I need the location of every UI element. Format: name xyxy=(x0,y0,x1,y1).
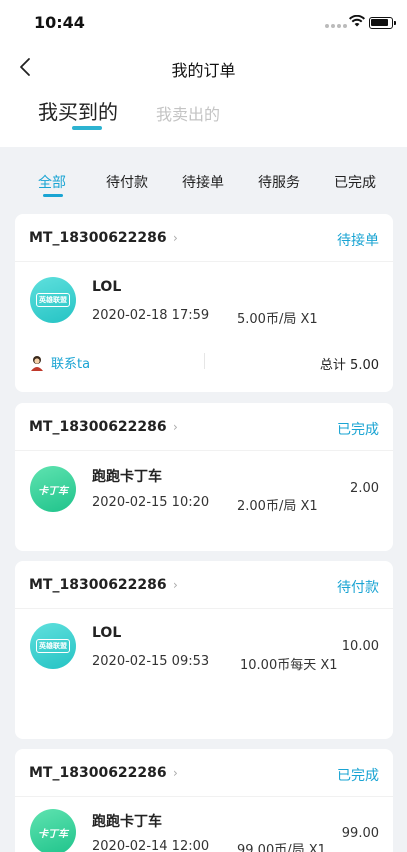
chevron-right-icon[interactable]: › xyxy=(173,578,178,592)
filter-pending-payment[interactable]: 待付款 xyxy=(106,172,148,192)
order-price: 10.00币每天 X1 xyxy=(240,658,338,673)
order-segment-tabs: 我买到的 我卖出的 xyxy=(38,96,220,130)
header-area: 10:44 我的订单 我买到的 我卖出的 xyxy=(0,0,407,147)
chevron-right-icon[interactable]: › xyxy=(173,231,178,245)
divider xyxy=(204,353,205,369)
game-logo-label: 英雄联盟 xyxy=(36,293,70,307)
signal-icon xyxy=(325,24,347,28)
order-card[interactable]: MT_18300622286 › 待接单 英雄联盟 LOL 2020-02-18… xyxy=(15,214,393,392)
contact-label: 联系ta xyxy=(51,357,91,372)
filter-completed[interactable]: 已完成 xyxy=(334,172,376,192)
game-logo-label: 卡丁车 xyxy=(38,828,68,840)
order-amount: 10.00 xyxy=(341,639,379,654)
status-bar: 10:44 xyxy=(0,0,407,44)
order-date: 2020-02-15 09:53 xyxy=(92,654,210,669)
wifi-icon xyxy=(349,15,365,27)
order-price: 99.00币/局 X1 xyxy=(237,843,326,852)
order-date: 2020-02-15 10:20 xyxy=(92,495,210,510)
order-id[interactable]: MT_18300622286 xyxy=(29,765,167,781)
order-header: MT_18300622286 › 已完成 xyxy=(15,403,393,451)
order-header: MT_18300622286 › 待付款 xyxy=(15,561,393,609)
order-card[interactable]: MT_18300622286 › 已完成 卡丁车 跑跑卡丁车 2020-02-1… xyxy=(15,403,393,551)
game-logo-icon: 英雄联盟 xyxy=(30,277,76,323)
order-status: 已完成 xyxy=(337,768,379,784)
order-date: 2020-02-18 17:59 xyxy=(92,308,210,323)
nav-bar: 我的订单 xyxy=(0,48,407,88)
order-status: 待付款 xyxy=(337,580,379,596)
game-logo-label: 卡丁车 xyxy=(38,485,68,497)
order-id[interactable]: MT_18300622286 xyxy=(29,577,167,593)
game-name: 跑跑卡丁车 xyxy=(92,814,162,830)
order-price: 5.00币/局 X1 xyxy=(237,312,318,327)
battery-icon xyxy=(369,17,396,29)
tab-bought[interactable]: 我买到的 xyxy=(38,96,118,125)
order-footer: 联系ta 总计 5.00 xyxy=(15,343,393,383)
chevron-right-icon[interactable]: › xyxy=(173,420,178,434)
tab-sold[interactable]: 我卖出的 xyxy=(156,101,220,125)
order-header: MT_18300622286 › 待接单 xyxy=(15,214,393,262)
filter-pending-accept[interactable]: 待接单 xyxy=(182,172,224,192)
filter-pending-service[interactable]: 待服务 xyxy=(258,172,300,192)
game-name: LOL xyxy=(92,625,122,641)
filter-indicator xyxy=(43,194,63,197)
order-status: 已完成 xyxy=(337,422,379,438)
chevron-right-icon[interactable]: › xyxy=(173,766,178,780)
order-id[interactable]: MT_18300622286 xyxy=(29,419,167,435)
order-price: 2.00币/局 X1 xyxy=(237,499,318,514)
game-logo-icon: 卡丁车 xyxy=(30,466,76,512)
avatar-icon xyxy=(31,355,43,371)
order-header: MT_18300622286 › 已完成 xyxy=(15,749,393,797)
game-logo-label: 英雄联盟 xyxy=(36,639,70,653)
tab-indicator xyxy=(72,126,102,130)
game-logo-icon: 英雄联盟 xyxy=(30,623,76,669)
status-time: 10:44 xyxy=(34,13,85,32)
order-card[interactable]: MT_18300622286 › 已完成 卡丁车 跑跑卡丁车 2020-02-1… xyxy=(15,749,393,852)
contact-button[interactable]: 联系ta xyxy=(29,353,90,372)
order-card[interactable]: MT_18300622286 › 待付款 英雄联盟 LOL 2020-02-15… xyxy=(15,561,393,739)
status-filter-bar: 全部 待付款 待接单 待服务 已完成 xyxy=(0,147,407,213)
order-amount: 99.00 xyxy=(341,826,379,841)
page-title: 我的订单 xyxy=(171,61,236,80)
order-date: 2020-02-14 12:00 xyxy=(92,839,210,852)
order-id[interactable]: MT_18300622286 xyxy=(29,230,167,246)
game-logo-icon: 卡丁车 xyxy=(30,809,76,852)
filter-all[interactable]: 全部 xyxy=(38,172,66,192)
order-total: 总计 5.00 xyxy=(319,358,379,373)
order-status: 待接单 xyxy=(337,233,379,249)
order-amount: 2.00 xyxy=(350,481,379,496)
game-name: 跑跑卡丁车 xyxy=(92,469,162,485)
game-name: LOL xyxy=(92,279,122,295)
